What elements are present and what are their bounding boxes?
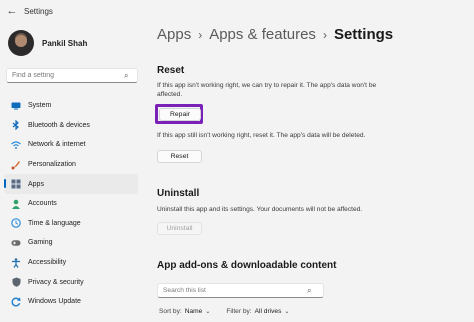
bluetooth-icon [11,120,21,131]
page-title: Settings [333,26,394,43]
sidebar-item-bluetooth[interactable]: Bluetooth & devices [4,116,138,136]
chevron-down-icon: ⌄ [205,309,211,315]
sidebar-nav: System Bluetooth & devices Network & int… [4,96,138,312]
sidebar-item-label: Privacy & security [28,278,84,286]
breadcrumb: Apps › Apps & features › Settings [157,26,393,43]
sidebar-item-label: Apps [28,180,44,188]
uninstall-button[interactable]: Uninstall [157,222,202,235]
system-icon [11,101,21,111]
network-icon [11,140,21,150]
privacy-icon [11,277,21,287]
sidebar-item-privacy-security[interactable]: Privacy & security [4,272,138,292]
sidebar-item-accounts[interactable]: Accounts [4,194,138,214]
addons-section-title: App add-ons & downloadable content [157,260,337,271]
sidebar-item-label: Windows Update [28,298,81,306]
accounts-icon [11,199,21,209]
uninstall-description: Uninstall this app and its settings. You… [157,206,363,213]
window-title: Settings [24,6,53,16]
filter-dropdown[interactable]: Filter by: All drives ⌄ [226,308,289,315]
sidebar-item-label: Personalization [28,161,76,169]
time-language-icon [11,218,21,229]
sidebar-item-time-language[interactable]: Time & language [4,214,138,234]
find-setting-search[interactable]: ⌕ [6,68,138,83]
search-list-box[interactable]: ⌕ [157,283,324,298]
sidebar-item-label: Time & language [28,219,81,227]
sidebar-item-windows-update[interactable]: Windows Update [4,292,138,312]
breadcrumb-apps-features[interactable]: Apps & features [209,26,316,43]
filter-value: All drives [254,308,282,315]
accessibility-icon [11,257,21,268]
search-list-input[interactable] [163,287,303,294]
sidebar-item-apps[interactable]: Apps [4,174,138,194]
sidebar-item-accessibility[interactable]: Accessibility [4,253,138,273]
search-icon[interactable]: ⌕ [307,286,311,295]
sidebar-item-label: Network & internet [28,141,86,149]
sidebar-item-label: Bluetooth & devices [28,121,90,129]
search-icon[interactable]: ⌕ [124,71,128,80]
profile-name: Pankil Shah [42,38,88,48]
sidebar-item-label: Accessibility [28,259,67,267]
reset-description: If this app still isn't working right, r… [157,132,366,139]
profile[interactable]: Pankil Shah [8,30,87,56]
uninstall-section-title: Uninstall [157,188,200,199]
gaming-icon [11,238,21,248]
windows-update-icon [11,297,21,307]
chevron-right-icon: › [322,27,327,42]
reset-section-title: Reset [157,65,185,76]
back-arrow-icon[interactable]: ← [3,2,21,20]
reset-button[interactable]: Reset [157,150,202,163]
find-setting-input[interactable] [12,72,120,79]
sidebar-item-label: System [28,102,52,110]
sort-dropdown[interactable]: Sort by: Name ⌄ [159,308,210,315]
breadcrumb-apps[interactable]: Apps [157,26,191,43]
main-content: Apps › Apps & features › Settings Reset … [155,22,467,322]
sidebar-item-system[interactable]: System [4,96,138,116]
sort-value: Name [184,308,203,315]
sidebar-item-gaming[interactable]: Gaming [4,233,138,253]
personalization-icon [11,160,21,170]
avatar [8,30,34,56]
sidebar-item-network[interactable]: Network & internet [4,135,138,155]
repair-description: If this app isn't working right, we can … [157,82,377,98]
sort-label: Sort by: [159,308,182,315]
repair-button[interactable]: Repair [159,108,201,121]
sidebar-item-personalization[interactable]: Personalization [4,155,138,175]
sidebar-item-label: Accounts [28,200,57,208]
chevron-right-icon: › [198,27,203,42]
sidebar: Pankil Shah ⌕ System Bluetooth & devices… [0,22,146,322]
sort-filter-bar: Sort by: Name ⌄ Filter by: All drives ⌄ [159,308,289,315]
sidebar-item-label: Gaming [28,239,53,247]
filter-label: Filter by: [226,308,252,315]
title-bar: ← Settings [0,0,474,22]
chevron-down-icon: ⌄ [284,309,290,315]
apps-icon [11,179,21,189]
